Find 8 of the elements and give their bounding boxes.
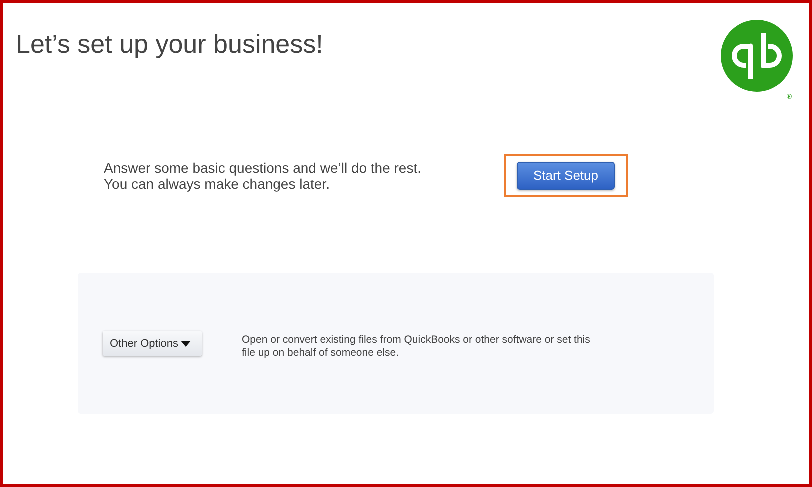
other-options-button[interactable]: Other Options xyxy=(103,331,202,356)
page-title: Let’s set up your business! xyxy=(16,28,324,60)
intro-text: Answer some basic questions and we’ll do the rest. xyxy=(104,160,422,176)
intro-text: You can always make changes later. xyxy=(104,176,331,192)
start-setup-button[interactable]: Start Setup xyxy=(517,162,615,190)
caret-icon xyxy=(181,340,192,346)
options-description: Open or convert existing files from QuickBooks or other software or set this file up on behalf of someone else. xyxy=(242,334,592,360)
logo-icon xyxy=(720,20,793,92)
